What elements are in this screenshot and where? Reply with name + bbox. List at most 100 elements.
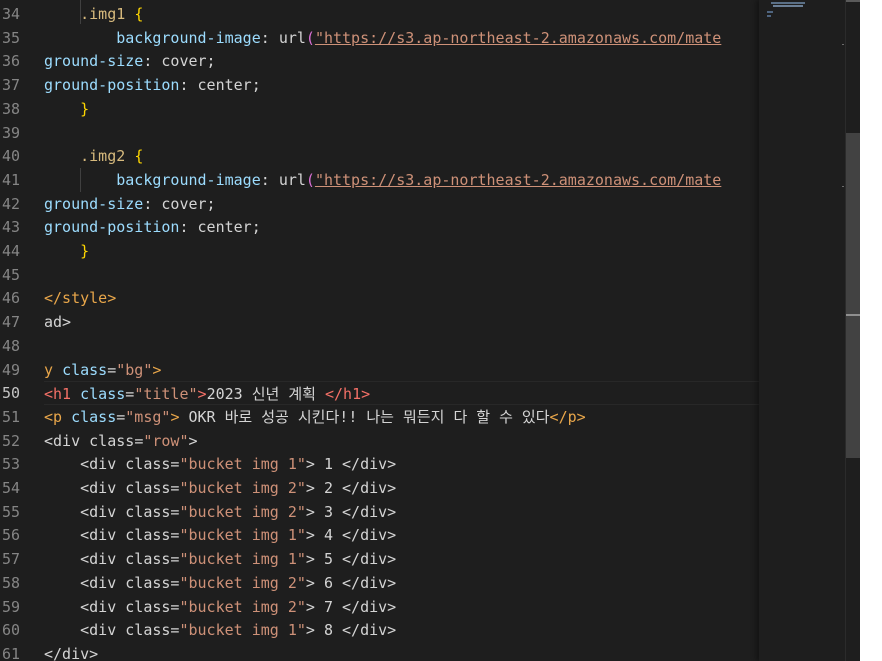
code-token: "msg"	[125, 408, 171, 426]
code-line[interactable]: ad>	[44, 310, 71, 334]
code-token: .img1	[44, 5, 135, 23]
line-number: 35	[1, 29, 20, 47]
code-token: =	[134, 432, 144, 450]
minimap-line	[771, 2, 805, 4]
code-token: <div class=	[44, 503, 180, 521]
code-token: "row"	[143, 432, 189, 450]
code-line[interactable]: }	[44, 239, 89, 263]
code-token: > 1 </div>	[305, 455, 397, 473]
code-token: background-image	[116, 29, 261, 47]
code-line[interactable]: background-image: url("https://s3.ap-nor…	[44, 26, 721, 50]
code-token: </div>	[44, 645, 99, 661]
line-number: 56	[1, 526, 20, 544]
code-token: "title"	[134, 385, 198, 403]
code-line[interactable]: y class="bg">	[44, 358, 161, 382]
line-number: 42	[1, 195, 20, 213]
code-token: : center;	[179, 218, 261, 236]
code-area[interactable]: .img1 { background-image: url("https://s…	[44, 0, 759, 661]
code-line[interactable]: <div class="bucket img 2"> 7 </div>	[44, 595, 396, 619]
line-number: 36	[1, 52, 20, 70]
line-number: 46	[1, 289, 20, 307]
code-line[interactable]: ground-size: cover;	[44, 192, 216, 216]
line-number: 34	[1, 5, 20, 23]
code-token: : cover;	[143, 195, 216, 213]
code-line[interactable]: <div class="bucket img 2"> 6 </div>	[44, 571, 396, 595]
code-token: >	[197, 385, 207, 403]
minimap-overflow-marker	[842, 186, 844, 187]
code-token: "bucket img 2"	[179, 574, 306, 592]
code-token: <div class=	[44, 550, 180, 568]
code-token: "bucket img 1"	[179, 621, 306, 639]
code-token: }	[80, 242, 90, 260]
code-token: {	[134, 5, 144, 23]
code-token: "bucket img 2"	[179, 503, 306, 521]
code-token: "https://s3.ap-northeast-2.amazonaws.com…	[314, 29, 722, 47]
code-token: <div class=	[44, 598, 180, 616]
line-number: 61	[1, 645, 20, 661]
code-token: "https://s3.ap-northeast-2.amazonaws.com…	[314, 171, 722, 189]
line-number: 53	[1, 455, 20, 473]
line-number: 52	[1, 432, 20, 450]
scrollbar-thumb[interactable]	[846, 133, 860, 458]
code-line[interactable]: <div class="bucket img 1"> 1 </div>	[44, 452, 396, 476]
code-token: (	[305, 29, 315, 47]
code-line[interactable]: .img2 {	[44, 144, 143, 168]
code-token: =	[125, 385, 135, 403]
code-token: </p>	[549, 408, 586, 426]
minimap-line	[773, 5, 803, 7]
line-number: 43	[1, 218, 20, 236]
code-line[interactable]: <div class="bucket img 2"> 3 </div>	[44, 500, 396, 524]
code-token: =	[107, 361, 117, 379]
vertical-scrollbar[interactable]	[845, 0, 860, 661]
code-line[interactable]: background-image: url("https://s3.ap-nor…	[44, 168, 721, 192]
line-number: 39	[1, 124, 20, 142]
code-token: > 2 </div>	[305, 479, 397, 497]
line-number: 44	[1, 242, 20, 260]
code-line[interactable]: <div class="bucket img 2"> 2 </div>	[44, 476, 396, 500]
code-token: > 7 </div>	[305, 598, 397, 616]
code-token: ground-size	[44, 52, 144, 70]
scrollbar-overview-marker	[846, 0, 860, 2]
code-token: url	[278, 29, 306, 47]
code-editor[interactable]: 34 35 36 37 38 39 40 41 42 43 44 45 46 47 48 49 50 51 52 53…	[0, 0, 860, 661]
code-line[interactable]: }	[44, 97, 89, 121]
code-line[interactable]: ground-position: center;	[44, 215, 261, 239]
code-line[interactable]: </style>	[44, 286, 116, 310]
code-token: "bg"	[116, 361, 153, 379]
code-line[interactable]: <div class="bucket img 1"> 8 </div>	[44, 618, 396, 642]
code-token: background-image	[116, 171, 261, 189]
line-number: 48	[1, 337, 20, 355]
code-line[interactable]: .img1 {	[44, 2, 143, 26]
code-token: <div class=	[44, 621, 180, 639]
code-token: y	[44, 361, 63, 379]
code-token: <div class=	[44, 479, 180, 497]
line-number: 50	[1, 384, 20, 402]
code-token: =	[116, 408, 126, 426]
code-token: class	[89, 432, 135, 450]
code-line[interactable]: <div class="bucket img 1"> 4 </div>	[44, 523, 396, 547]
line-number: 55	[1, 503, 20, 521]
code-line[interactable]: <div class="row">	[44, 429, 198, 453]
line-number: 51	[1, 408, 20, 426]
code-line[interactable]: ground-position: center;	[44, 73, 261, 97]
minimap-line	[767, 11, 773, 13]
code-token: ground-position	[44, 76, 180, 94]
code-token: ground-position	[44, 218, 180, 236]
code-token: "bucket img 1"	[179, 455, 306, 473]
code-token: <div class=	[44, 526, 180, 544]
line-number: 60	[1, 621, 20, 639]
code-token: > 6 </div>	[305, 574, 397, 592]
code-line[interactable]: ground-size: cover;	[44, 49, 216, 73]
code-line[interactable]: <p class="msg"> OKR 바로 성공 시킨다!! 나는 뭐든지 다…	[44, 405, 586, 429]
code-token: "bucket img 1"	[179, 526, 306, 544]
code-line[interactable]: <h1 class="title">2023 신년 계획 </h1>	[44, 381, 759, 405]
code-line[interactable]: </div>	[44, 642, 98, 661]
code-line[interactable]: <div class="bucket img 1"> 5 </div>	[44, 547, 396, 571]
code-token: </h1>	[324, 385, 371, 403]
minimap[interactable]	[759, 0, 845, 661]
code-token: <div	[44, 432, 90, 450]
line-number: 40	[1, 147, 20, 165]
code-token: }	[80, 100, 90, 118]
